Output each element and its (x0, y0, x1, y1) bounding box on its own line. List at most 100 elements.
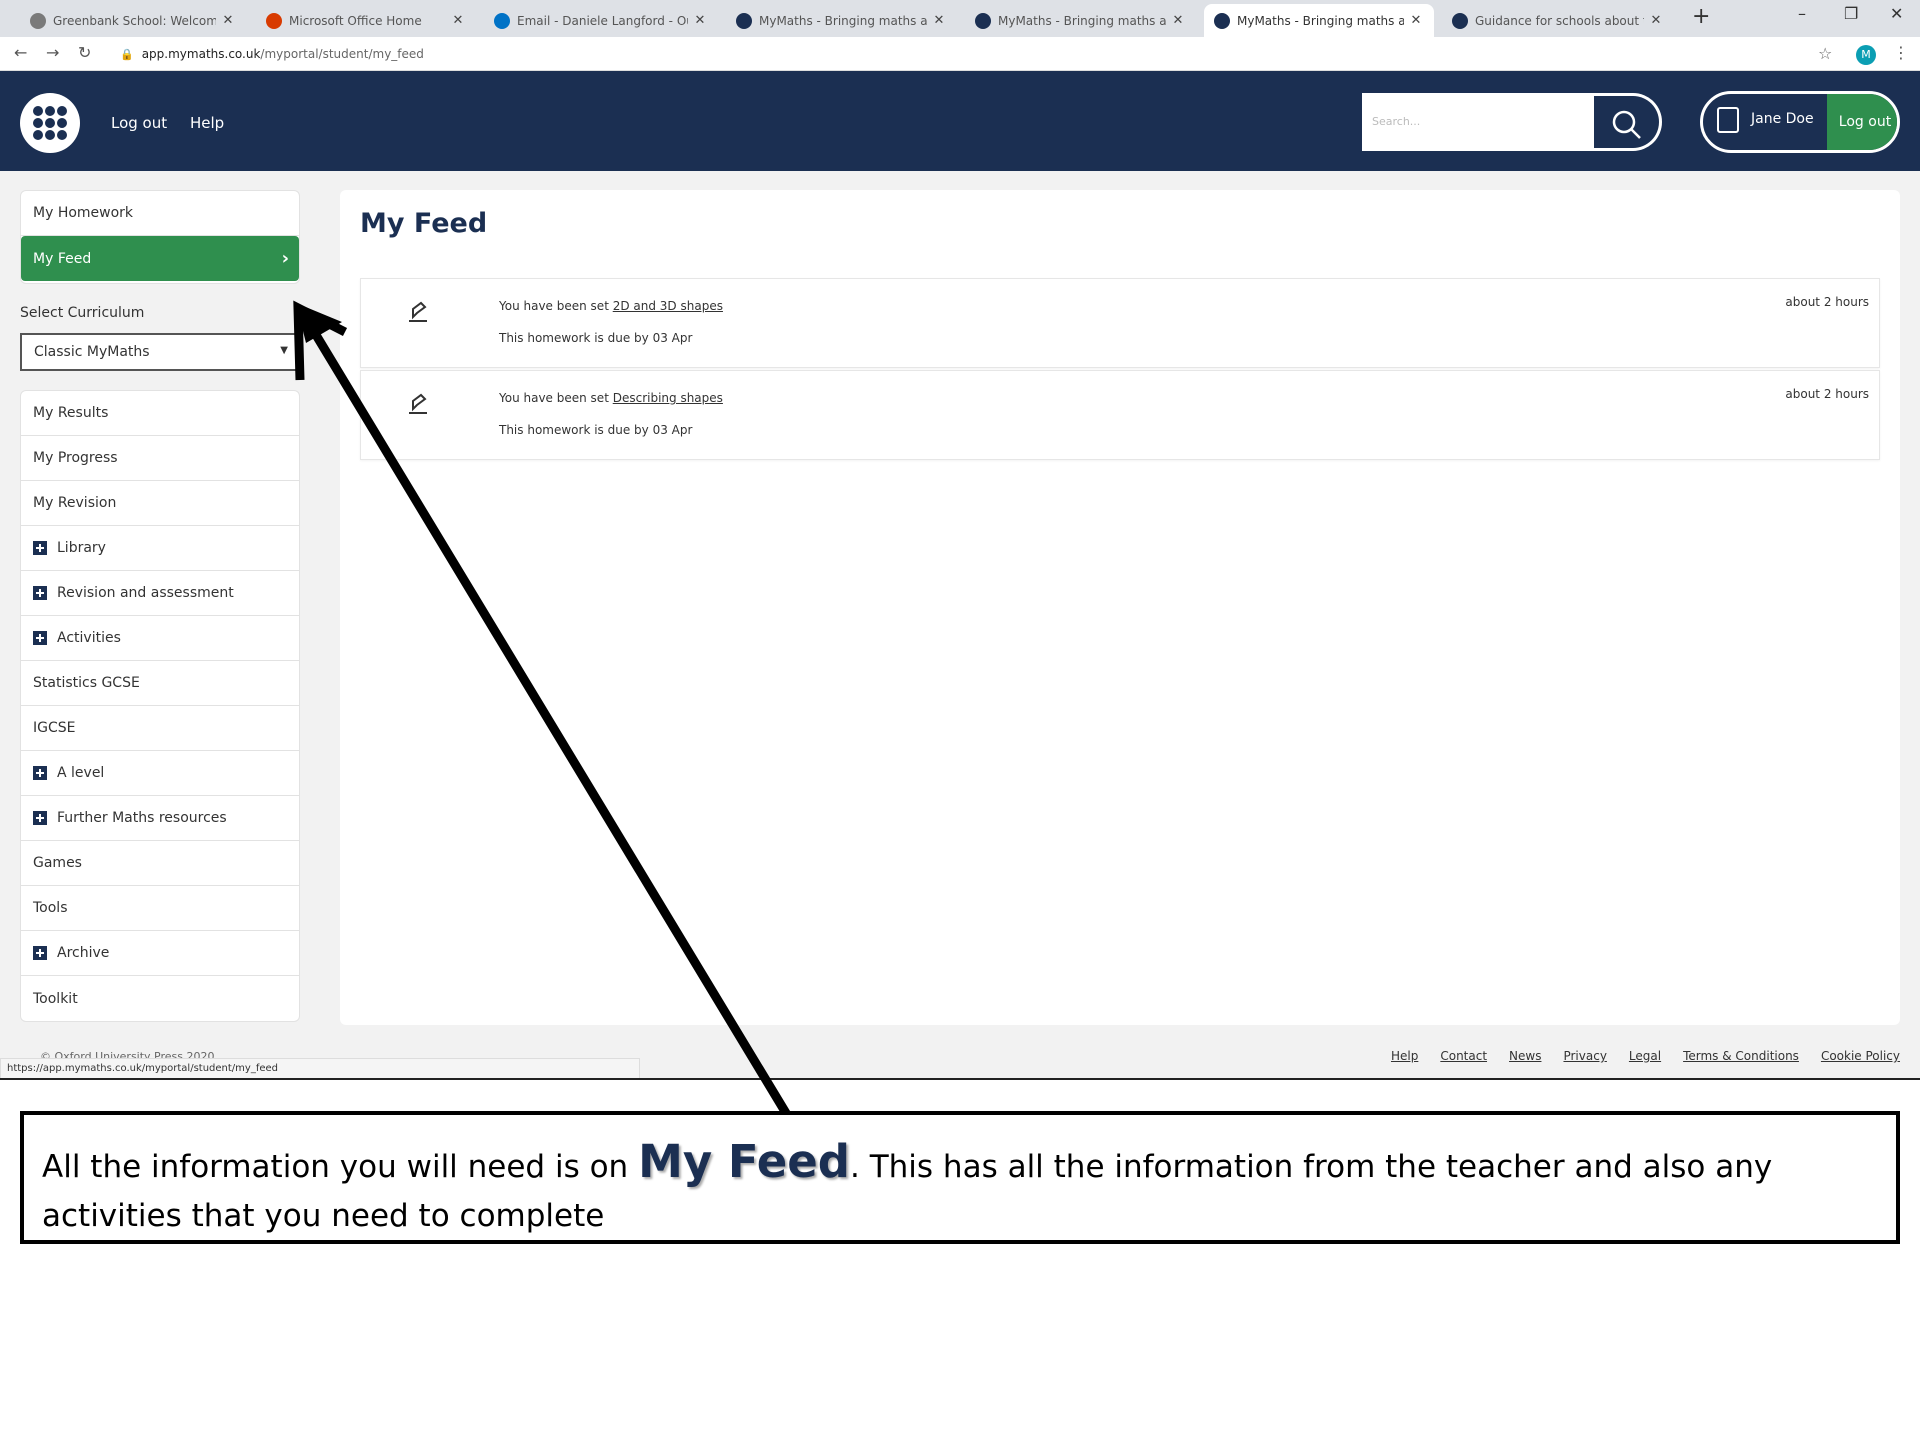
browser-tab[interactable]: Microsoft Office Home ✕ (256, 4, 476, 37)
url-path: /myportal/student/my_feed (260, 47, 424, 61)
tab-close-icon[interactable]: ✕ (450, 13, 466, 28)
sidebar-item-a-level[interactable]: A level (21, 751, 299, 796)
sidebar-item-label: My Feed (33, 250, 92, 267)
site-header: Log out Help Search... Jane Doe Log out (0, 71, 1920, 171)
sidebar-item-label: A level (57, 765, 105, 781)
footer-link-cookie-policy[interactable]: Cookie Policy (1821, 1049, 1900, 1063)
footer-link-legal[interactable]: Legal (1629, 1049, 1661, 1063)
sidebar-item-igcse[interactable]: IGCSE (21, 706, 299, 751)
mymaths-favicon-icon (1214, 12, 1230, 29)
browser-tab-label: Guidance for schools about ter (1475, 13, 1644, 28)
homework-pencil-icon (409, 393, 427, 414)
sidebar-item-label: My Results (33, 405, 109, 421)
tab-close-icon[interactable]: ✕ (1170, 13, 1186, 28)
back-icon[interactable]: ← (14, 43, 27, 62)
sidebar-item-activities[interactable]: Activities (21, 616, 299, 661)
sidebar-item-tools[interactable]: Tools (21, 886, 299, 931)
browser-tab[interactable]: Guidance for schools about ter ✕ (1442, 4, 1674, 37)
browser-tab-label: Greenbank School: Welcome to (53, 13, 216, 28)
tab-close-icon[interactable]: ✕ (1648, 13, 1664, 28)
profile-avatar[interactable]: M (1856, 45, 1876, 65)
outlook-favicon-icon (494, 12, 510, 29)
sidebar-item-my-results[interactable]: My Results (21, 391, 299, 436)
sidebar-item-label: Revision and assessment (57, 585, 234, 601)
browser-tab-label: MyMaths - Bringing maths alive (998, 13, 1166, 28)
browser-tab-label: Email - Daniele Langford - Outl (517, 13, 688, 28)
sidebar-item-further-maths-resources[interactable]: Further Maths resources (21, 796, 299, 841)
sidebar-item-label: Statistics GCSE (33, 675, 140, 691)
browser-menu-icon[interactable]: ⋮ (1893, 43, 1909, 62)
sidebar-menu: My Results My Progress My Revision Library R… (20, 390, 300, 1022)
bookmark-star-icon[interactable]: ☆ (1818, 44, 1832, 63)
browser-tab-label: MyMaths - Bringing maths alive (1237, 13, 1404, 28)
search-icon (1612, 110, 1641, 139)
search-button[interactable] (1594, 93, 1662, 151)
search-input[interactable]: Search... (1362, 93, 1594, 151)
sidebar-item-archive[interactable]: Archive (21, 931, 299, 976)
expand-plus-icon[interactable] (33, 811, 47, 825)
expand-plus-icon[interactable] (33, 631, 47, 645)
sidebar-item-label: My Progress (33, 450, 118, 466)
expand-plus-icon[interactable] (33, 946, 47, 960)
tab-close-icon[interactable]: ✕ (220, 13, 236, 28)
close-window-icon[interactable]: ✕ (1890, 4, 1903, 23)
sidebar-item-library[interactable]: Library (21, 526, 299, 571)
sidebar-item-label: Library (57, 540, 106, 556)
url-field[interactable]: 🔒 app.mymaths.co.uk /myportal/student/my… (110, 41, 1790, 67)
expand-plus-icon[interactable] (33, 586, 47, 600)
header-help-link[interactable]: Help (190, 114, 224, 132)
footer-link-help[interactable]: Help (1391, 1049, 1418, 1063)
minimize-icon[interactable]: – (1798, 4, 1806, 23)
url-host: app.mymaths.co.uk (141, 47, 261, 61)
new-tab-button[interactable]: + (1692, 4, 1710, 29)
sidebar-item-my-progress[interactable]: My Progress (21, 436, 299, 481)
tab-close-icon[interactable]: ✕ (692, 13, 708, 28)
sidebar-item-my-homework[interactable]: My Homework (21, 191, 299, 236)
school-favicon-icon (30, 12, 46, 29)
chevron-right-icon: › (281, 248, 289, 269)
browser-tab[interactable]: MyMaths - Bringing maths alive ✕ (726, 4, 957, 37)
feed-item-time: about 2 hours (1785, 295, 1869, 309)
footer-link-news[interactable]: News (1509, 1049, 1541, 1063)
expand-plus-icon[interactable] (33, 766, 47, 780)
header-logout-link[interactable]: Log out (111, 114, 167, 132)
browser-tab[interactable]: MyMaths - Bringing maths alive ✕ (1204, 4, 1434, 37)
sidebar-item-my-revision[interactable]: My Revision (21, 481, 299, 526)
reload-icon[interactable]: ↻ (78, 43, 91, 62)
sidebar-item-games[interactable]: Games (21, 841, 299, 886)
browser-tab-label: MyMaths - Bringing maths alive (759, 13, 927, 28)
feed-item-time: about 2 hours (1785, 387, 1869, 401)
expand-plus-icon[interactable] (33, 541, 47, 555)
browser-tab[interactable]: MyMaths - Bringing maths alive ✕ (965, 4, 1196, 37)
mymaths-favicon-icon (736, 12, 752, 29)
caret-down-icon: ▼ (280, 345, 288, 356)
id-badge-icon (1717, 107, 1739, 133)
feed-item-homework-link[interactable]: 2D and 3D shapes (613, 299, 723, 313)
logout-button[interactable]: Log out (1827, 94, 1897, 150)
tab-close-icon[interactable]: ✕ (1408, 13, 1424, 28)
forward-icon[interactable]: → (46, 43, 59, 62)
sidebar-item-revision-and-assessment[interactable]: Revision and assessment (21, 571, 299, 616)
sidebar-item-label: My Revision (33, 495, 117, 511)
footer-link-terms-conditions[interactable]: Terms & Conditions (1683, 1049, 1799, 1063)
feed-item-homework-link[interactable]: Describing shapes (613, 391, 723, 405)
footer-links: Help Contact News Privacy Legal Terms & Condi… (1391, 1049, 1900, 1063)
status-bar-url: https://app.mymaths.co.uk/myportal/stude… (0, 1058, 640, 1080)
browser-tab-bar: Greenbank School: Welcome to✕Microsoft O… (0, 0, 1920, 37)
tab-close-icon[interactable]: ✕ (931, 13, 947, 28)
user-menu[interactable]: Jane Doe Log out (1700, 91, 1900, 153)
sidebar-item-statistics-gcse[interactable]: Statistics GCSE (21, 661, 299, 706)
restore-icon[interactable]: ❐ (1844, 4, 1858, 23)
sidebar-item-label: Activities (57, 630, 121, 646)
sidebar-item-label: Toolkit (33, 990, 78, 1007)
browser-tab[interactable]: Greenbank School: Welcome to ✕ (20, 4, 246, 37)
app-grid-icon[interactable] (20, 93, 80, 153)
page-title: My Feed (360, 208, 488, 239)
footer-link-privacy[interactable]: Privacy (1563, 1049, 1606, 1063)
sidebar-item-label: My Homework (33, 205, 134, 221)
curriculum-select[interactable]: Classic MyMaths ▼ (20, 333, 300, 371)
sidebar-item-toolkit[interactable]: Toolkit (21, 976, 299, 1021)
browser-tab[interactable]: Email - Daniele Langford - Outl ✕ (484, 4, 718, 37)
footer-link-contact[interactable]: Contact (1440, 1049, 1487, 1063)
sidebar-item-my-feed[interactable]: My Feed › (21, 236, 299, 281)
